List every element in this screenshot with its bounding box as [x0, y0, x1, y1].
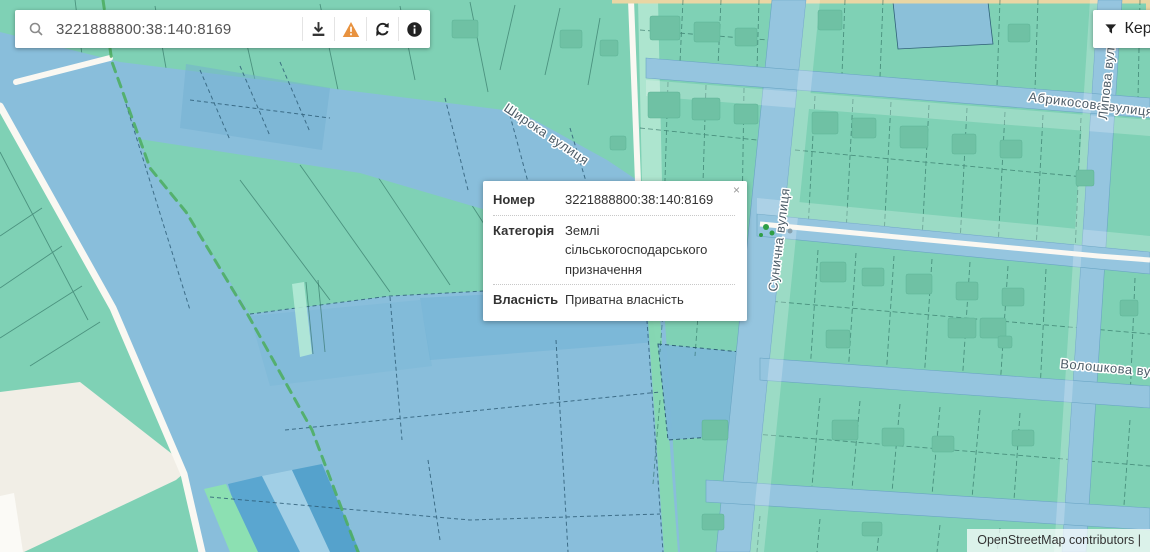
popup-value: Землі сільськогосподарського призначення [565, 221, 735, 280]
layers-filter-label: Керування [1125, 20, 1150, 38]
popup-close-button[interactable]: × [731, 182, 742, 198]
map-attribution: OpenStreetMap contributors | [967, 529, 1150, 552]
info-icon [406, 21, 423, 38]
refresh-icon [374, 21, 391, 38]
search-input[interactable] [54, 20, 302, 39]
info-button[interactable] [399, 10, 430, 48]
popup-value: Приватна власність [565, 290, 735, 310]
warning-icon [342, 21, 360, 38]
search-bar [15, 10, 430, 48]
map-app: { "search_bar": { "value": "3221888800:3… [0, 0, 1150, 552]
popup-label: Номер [493, 190, 565, 210]
layers-filter-button[interactable]: Керування [1093, 10, 1150, 48]
download-icon [310, 21, 327, 38]
popup-label: Власність [493, 290, 565, 310]
warning-button[interactable] [335, 10, 366, 48]
download-button[interactable] [303, 10, 334, 48]
popup-row-ownership: Власність Приватна власність [493, 284, 735, 315]
parcel-info-popup: × Номер 3221888800:38:140:8169 Категорія… [483, 181, 747, 321]
popup-row-category: Категорія Землі сільськогосподарського п… [493, 215, 735, 285]
osm-attribution-link[interactable]: OpenStreetMap contributors | [977, 533, 1141, 547]
popup-label: Категорія [493, 221, 565, 280]
popup-value: 3221888800:38:140:8169 [565, 190, 735, 210]
refresh-button[interactable] [367, 10, 398, 48]
popup-row-number: Номер 3221888800:38:140:8169 [493, 185, 735, 215]
search-icon [28, 21, 44, 37]
funnel-icon [1105, 22, 1117, 36]
